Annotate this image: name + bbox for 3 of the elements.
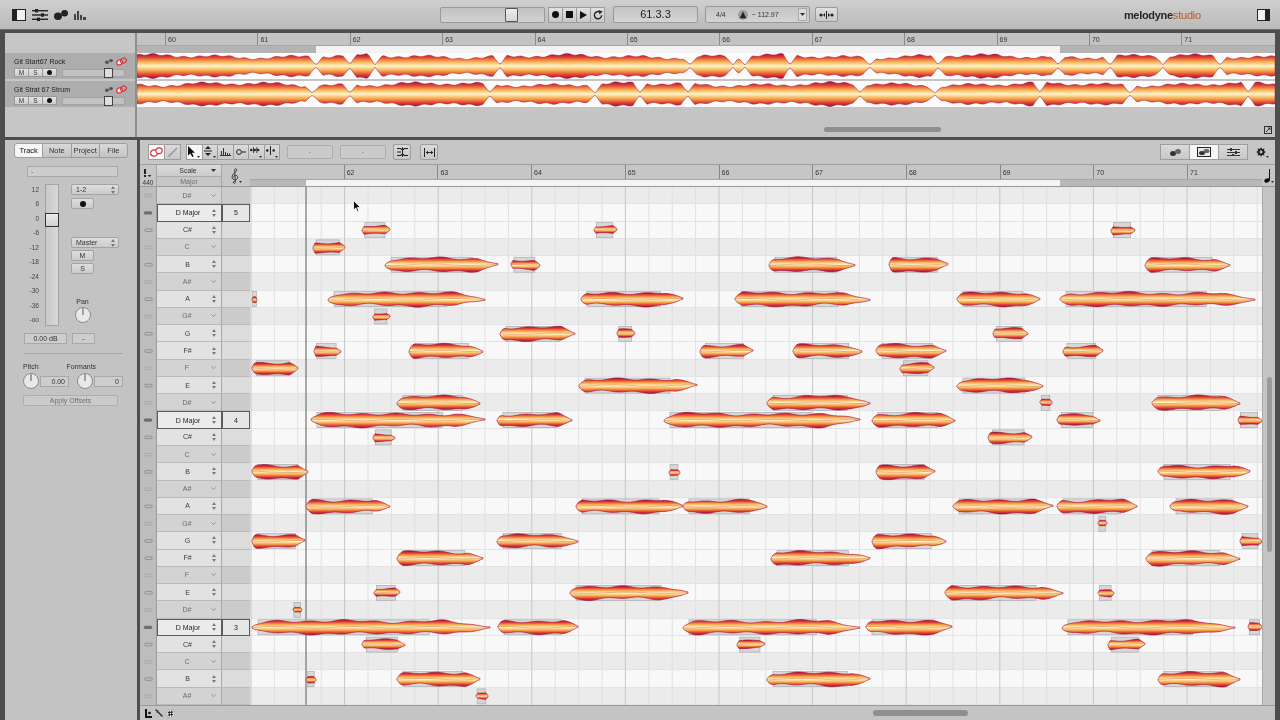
logo-edition: studio (1172, 8, 1201, 21)
logo-wordmark: melodyne (1123, 8, 1173, 21)
position-display: 61.3.3 (613, 6, 698, 23)
